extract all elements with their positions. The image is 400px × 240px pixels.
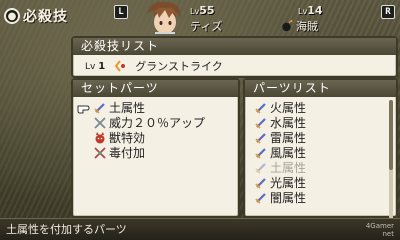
set-parts-title: セットパーツ — [73, 80, 238, 97]
parts-list-scrollbar[interactable] — [389, 100, 393, 220]
parts-list-item[interactable]: 風属性 — [255, 145, 396, 160]
set-part-item[interactable]: 獣特効 — [77, 130, 238, 145]
char2-name: 海賊 — [296, 20, 318, 33]
watermark-line2: net — [382, 230, 395, 238]
char1-lv-value: 55 — [199, 4, 215, 17]
description-bar: 土属性を付加するパーツ 4Gamer net — [0, 218, 400, 240]
parts-list-item[interactable]: 闇属性 — [255, 190, 396, 205]
char2-lv-value: 14 — [307, 4, 323, 17]
set-part-item[interactable]: 毒付加 — [77, 145, 238, 160]
sword-icon — [255, 162, 267, 174]
skill-lv-label: Lv — [85, 61, 96, 72]
scroll-thumb[interactable] — [389, 100, 393, 170]
screen: { "header": { "title": "必殺技", "title_ico… — [0, 0, 400, 240]
skill-level: Lv 1 — [85, 61, 105, 72]
parts-list-title: パーツリスト — [245, 80, 396, 97]
skill-name: グランストライク — [135, 60, 223, 73]
sword-icon — [255, 102, 267, 114]
parts-list-item[interactable]: 水属性 — [255, 115, 396, 130]
set-part-item[interactable]: 威力２０％アップ — [77, 115, 238, 130]
skill-icon — [113, 60, 127, 72]
sword-icon — [94, 102, 106, 114]
watermark-logo: 4Gamer net — [366, 222, 394, 238]
set-part-item[interactable]: 土属性 — [77, 100, 238, 115]
char2-level: Lv14 — [298, 4, 323, 17]
sword-icon — [255, 177, 267, 189]
char1-name: ティズ — [190, 20, 223, 33]
crossed-swords-icon — [94, 116, 106, 129]
char2-lv-label: Lv — [298, 7, 308, 16]
skill-list-panel: 必殺技リスト Lv 1 グランストライク — [71, 36, 398, 78]
parts-list-item-disabled: 土属性 — [255, 160, 396, 175]
watermark-line1: 4Gamer — [365, 222, 394, 230]
parts-list-label: 闇属性 — [270, 191, 307, 205]
description-text: 土属性を付加するパーツ — [6, 223, 127, 236]
char1-level: Lv55 — [190, 4, 215, 17]
sword-icon — [255, 147, 267, 159]
screen-title: ● 必殺技 — [4, 6, 68, 26]
parts-list-item[interactable]: 光属性 — [255, 175, 396, 190]
parts-list-item[interactable]: 雷属性 — [255, 130, 396, 145]
set-parts-list: 土属性 威力２０％アップ 獣特効 毒付加 — [73, 97, 238, 160]
skill-lv-value: 1 — [98, 60, 106, 72]
skill-entry[interactable]: Lv 1 グランストライク — [73, 55, 396, 77]
screen-title-text: 必殺技 — [23, 9, 68, 25]
set-part-label: 毒付加 — [109, 146, 146, 160]
pointer-hand-icon — [77, 102, 93, 114]
shoulder-r-button[interactable]: R — [381, 5, 395, 19]
character-portrait — [143, 0, 185, 34]
top-bar: ● 必殺技 L Lv55 ティズ Lv14 海賊 R — [0, 0, 400, 34]
parts-list-item[interactable]: 火属性 — [255, 100, 396, 115]
char1-lv-label: Lv — [190, 7, 200, 16]
set-parts-panel: セットパーツ 土属性 威力２０％アップ 獣特効 毒付加 — [71, 78, 240, 218]
sword-icon — [255, 192, 267, 204]
parts-list-panel: パーツリスト 火属性 水属性 雷属性 風属性 土属性 光属性 闇属性 — [243, 78, 398, 220]
skill-list-title: 必殺技リスト — [73, 38, 396, 55]
circle-badge-icon: ● — [4, 8, 20, 24]
sword-icon — [255, 117, 267, 129]
sword-icon — [255, 132, 267, 144]
crossed-swords-icon — [94, 146, 106, 159]
beast-icon — [94, 131, 106, 144]
parts-list: 火属性 水属性 雷属性 風属性 土属性 光属性 闇属性 — [245, 97, 396, 205]
shoulder-l-button[interactable]: L — [114, 5, 128, 19]
bomb-icon — [281, 17, 293, 32]
